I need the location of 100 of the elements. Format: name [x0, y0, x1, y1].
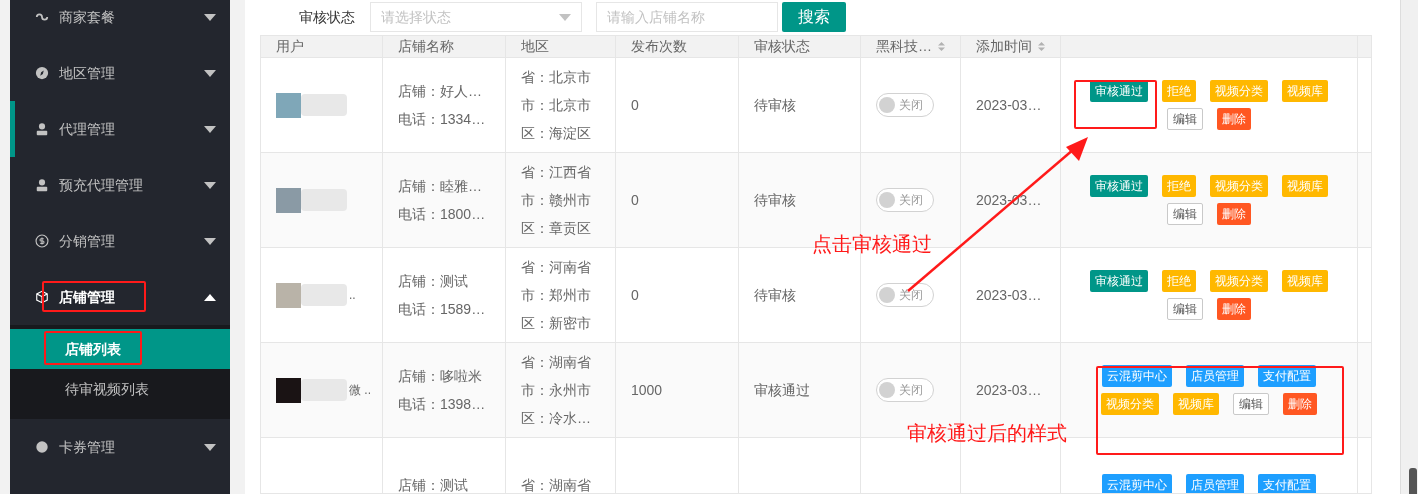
caret-icon [204, 237, 216, 245]
submenu-item[interactable]: 待审视频列表 [10, 369, 230, 409]
action-button[interactable]: 云混剪中心 [1102, 365, 1172, 387]
action-button[interactable]: 审核通过 [1090, 80, 1148, 102]
action-button[interactable]: 编辑 [1167, 298, 1203, 320]
cube-icon [35, 290, 49, 304]
sidebar-item[interactable]: 预充代理管理 [10, 157, 230, 213]
action-button[interactable]: 编辑 [1167, 108, 1203, 130]
caret-icon [204, 181, 216, 189]
region-line: 市：赣州市 [521, 191, 592, 210]
toggle-switch[interactable]: 关闭 [876, 283, 934, 307]
action-button[interactable]: 删除 [1217, 203, 1251, 225]
action-button[interactable]: 支付配置 [1258, 474, 1316, 493]
publish-count: 0 [631, 95, 639, 115]
added-time: 2023-03… [976, 95, 1042, 115]
action-button[interactable]: 视频库 [1282, 80, 1328, 102]
column-header: 地区 [521, 37, 549, 56]
action-button[interactable]: 拒绝 [1162, 270, 1196, 292]
column-header: 用户 [276, 37, 304, 56]
sort-icon[interactable] [938, 40, 945, 53]
annotation-text: 点击审核通过 [812, 232, 932, 257]
action-button[interactable]: 视频分类 [1101, 393, 1159, 415]
column-header: 店铺名称 [398, 37, 454, 56]
user-icon [35, 122, 49, 136]
action-button[interactable]: 编辑 [1167, 203, 1203, 225]
review-status: 待审核 [754, 95, 796, 115]
action-button[interactable]: 视频库 [1282, 270, 1328, 292]
region-line: 省：河南省 [521, 258, 592, 277]
filter-label: 审核状态 [298, 7, 356, 27]
caret-icon [204, 13, 216, 21]
action-button[interactable]: 拒绝 [1162, 80, 1196, 102]
sidebar-item[interactable]: 店铺管理 [10, 269, 230, 325]
review-status: 待审核 [754, 190, 796, 210]
caret-icon [204, 69, 216, 77]
action-button[interactable]: 视频库 [1173, 393, 1219, 415]
review-status: 待审核 [754, 285, 796, 305]
column-header: 添加时间 [976, 37, 1032, 56]
region-line: 区：章贡区 [521, 219, 592, 238]
region-line: 区：新密市 [521, 314, 592, 333]
photo-placeholder [276, 282, 301, 308]
shop-name: 店铺：哆啦米 [398, 367, 483, 386]
action-button[interactable]: 审核通过 [1090, 175, 1148, 197]
shop-name: 店铺：测试 [398, 272, 469, 291]
region-line: 区：冷水… [521, 409, 592, 428]
publish-count: 0 [631, 190, 639, 210]
action-button[interactable]: 删除 [1217, 108, 1251, 130]
action-button[interactable]: 视频分类 [1210, 175, 1268, 197]
shop-name-field[interactable]: 请输入店铺名称 [596, 2, 778, 32]
shop-phone: 电话：1398… [398, 395, 487, 414]
sort-icon[interactable] [1038, 40, 1045, 53]
dollar-icon [35, 234, 49, 248]
column-header: 审核状态 [754, 37, 810, 56]
region-line: 区：海淀区 [521, 124, 592, 143]
publish-count: 0 [631, 285, 639, 305]
action-button[interactable]: 视频分类 [1210, 270, 1268, 292]
caret-icon [204, 125, 216, 133]
region-line: 省：湖南省 [521, 353, 592, 372]
action-button[interactable]: 云混剪中心 [1102, 474, 1172, 493]
action-button[interactable]: 删除 [1217, 298, 1251, 320]
shop-phone: 电话：1800… [398, 205, 487, 224]
user-icon [35, 178, 49, 192]
annotation-text: 审核通过后的样式 [907, 421, 1067, 446]
submenu-item[interactable]: 店铺列表 [10, 329, 230, 369]
added-time: 2023-03… [976, 380, 1042, 400]
toggle-switch[interactable]: 关闭 [876, 188, 934, 212]
search-button[interactable]: 搜索 [782, 2, 846, 32]
review-status: 审核通过 [754, 380, 810, 400]
action-button[interactable]: 删除 [1283, 393, 1317, 415]
circle-icon [35, 440, 49, 454]
action-button[interactable]: 审核通过 [1090, 270, 1148, 292]
column-header: 发布次数 [631, 37, 687, 56]
action-button[interactable]: 视频分类 [1210, 80, 1268, 102]
action-button[interactable]: 视频库 [1282, 175, 1328, 197]
publish-count: 1000 [631, 380, 663, 400]
action-button[interactable]: 拒绝 [1162, 175, 1196, 197]
sidebar-item[interactable]: 商家套餐 [10, 0, 230, 45]
status-select[interactable]: 请选择状态 [370, 2, 582, 32]
region-line: 市：郑州市 [521, 286, 592, 305]
toggle-switch[interactable]: 关闭 [876, 378, 934, 402]
photo-placeholder [276, 377, 301, 403]
user-name: .. [349, 287, 356, 304]
shop-phone: 电话：1589… [398, 300, 487, 319]
action-button[interactable]: 店员管理 [1186, 365, 1244, 387]
user-name: 微 .. [349, 382, 371, 399]
action-button[interactable]: 编辑 [1233, 393, 1269, 415]
compass-icon [35, 66, 49, 80]
region-line: 市：北京市 [521, 96, 592, 115]
shop-name: 店铺：好人… [398, 82, 483, 101]
sidebar-item[interactable]: 代理管理 [10, 101, 230, 157]
toggle-switch[interactable]: 关闭 [876, 93, 934, 117]
shop-phone: 电话：1334… [398, 110, 487, 129]
region-line: 省：湖南省 [521, 476, 592, 493]
region-line: 省：江西省 [521, 163, 592, 182]
sidebar-item[interactable]: 分销管理 [10, 213, 230, 269]
action-button[interactable]: 支付配置 [1258, 365, 1316, 387]
blurred-name [301, 94, 347, 116]
sidebar-item[interactable]: 卡券管理 [10, 419, 230, 475]
sidebar-item[interactable]: 地区管理 [10, 45, 230, 101]
action-button[interactable]: 店员管理 [1186, 474, 1244, 493]
blurred-name [301, 379, 347, 401]
